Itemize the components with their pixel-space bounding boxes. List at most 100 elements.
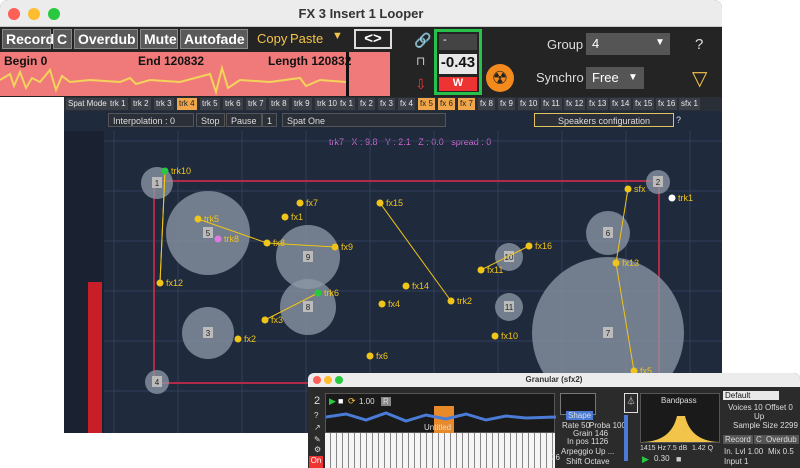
- paste-button[interactable]: Paste: [290, 31, 323, 46]
- play-icon[interactable]: ▶: [329, 396, 336, 407]
- shift-select[interactable]: Shift Octave: [566, 457, 610, 466]
- pause-button[interactable]: Pause: [226, 113, 262, 127]
- number-field[interactable]: 1: [262, 113, 278, 127]
- tab-fx-3[interactable]: fx 3: [378, 98, 395, 110]
- overdub-button[interactable]: Overdub: [764, 435, 799, 444]
- record-button[interactable]: Record: [2, 29, 54, 49]
- speakers-config-button[interactable]: Speakers configuration: [534, 113, 674, 127]
- tab-trk-7[interactable]: trk 7: [246, 98, 266, 110]
- on-button[interactable]: On: [309, 456, 323, 468]
- tab-fx-10[interactable]: fx 10: [518, 98, 540, 110]
- tab-fx-9[interactable]: fx 9: [498, 98, 515, 110]
- source-trk1[interactable]: [668, 194, 676, 202]
- link-icon[interactable]: 🔗: [414, 32, 431, 49]
- source-trk2[interactable]: [447, 297, 455, 305]
- stop-icon[interactable]: ■: [338, 396, 343, 406]
- source-fx6[interactable]: [366, 352, 374, 360]
- source-fx9[interactable]: [331, 243, 339, 251]
- source-fx2[interactable]: [234, 335, 242, 343]
- write-button[interactable]: W: [439, 77, 477, 91]
- tab-fx-12[interactable]: fx 12: [564, 98, 586, 110]
- record-button[interactable]: Record: [723, 435, 753, 444]
- source-fx15[interactable]: [376, 199, 384, 207]
- source-trk5[interactable]: [194, 215, 202, 223]
- tab-trk-9[interactable]: trk 9: [292, 98, 312, 110]
- tab-spat-mode[interactable]: Spat Mode: [66, 98, 109, 110]
- source-fx16[interactable]: [525, 242, 533, 250]
- tab-trk-8[interactable]: trk 8: [269, 98, 289, 110]
- tab-sfx-1[interactable]: sfx 1: [679, 98, 700, 110]
- tab-fx-6[interactable]: fx 6: [438, 98, 455, 110]
- source-trk10[interactable]: [161, 167, 169, 175]
- tab-fx-5[interactable]: fx 5: [418, 98, 435, 110]
- tab-trk-1[interactable]: trk 1: [108, 98, 128, 110]
- clear-button[interactable]: C: [53, 29, 72, 49]
- arpeggio-select[interactable]: Arpeggio Up ...: [561, 447, 614, 456]
- source-trk8[interactable]: [214, 235, 222, 243]
- tab-trk-5[interactable]: trk 5: [200, 98, 220, 110]
- tab-fx-15[interactable]: fx 15: [633, 98, 655, 110]
- tab-fx-13[interactable]: fx 13: [587, 98, 609, 110]
- tab-fx-14[interactable]: fx 14: [610, 98, 632, 110]
- radiation-icon[interactable]: ☢: [486, 64, 514, 92]
- play-icon[interactable]: ▶: [642, 454, 649, 465]
- source-sfx[interactable]: [624, 185, 632, 193]
- help-button[interactable]: ?: [695, 36, 703, 53]
- source-fx7[interactable]: [296, 199, 304, 207]
- tab-fx-16[interactable]: fx 16: [656, 98, 678, 110]
- tab-fx-2[interactable]: fx 2: [358, 98, 375, 110]
- tab-fx-4[interactable]: fx 4: [398, 98, 415, 110]
- gain-value[interactable]: -0.43: [439, 54, 477, 74]
- spat-mode-select[interactable]: Spat One: [282, 113, 446, 127]
- source-fx3[interactable]: [261, 316, 269, 324]
- input-select[interactable]: Input 1: [724, 457, 748, 466]
- chevron-down-icon[interactable]: ▼: [332, 30, 343, 42]
- pin-icon[interactable]: ✎: [314, 435, 321, 444]
- shape-select[interactable]: Shape: [566, 411, 594, 420]
- gear-icon[interactable]: ⚙: [314, 445, 321, 454]
- copy-button[interactable]: Copy: [257, 31, 287, 46]
- autofade-button[interactable]: Autofade: [180, 29, 248, 49]
- keyboard[interactable]: [325, 433, 555, 468]
- tab-trk-3[interactable]: trk 3: [154, 98, 174, 110]
- source-fx12[interactable]: [156, 279, 164, 287]
- overdub-button[interactable]: Overdub: [74, 29, 138, 49]
- reverse-button[interactable]: R: [381, 397, 391, 406]
- tab-trk-2[interactable]: trk 2: [131, 98, 151, 110]
- stop-button[interactable]: Stop: [196, 113, 225, 127]
- source-fx8[interactable]: [263, 239, 271, 247]
- tab-fx-11[interactable]: fx 11: [541, 98, 562, 110]
- mute-button[interactable]: Mute: [140, 29, 178, 49]
- tab-trk-10[interactable]: trk 10: [315, 98, 340, 110]
- help-button[interactable]: ?: [676, 115, 681, 125]
- tab-trk-4[interactable]: trk 4: [177, 98, 197, 110]
- tab-fx-8[interactable]: fx 8: [478, 98, 495, 110]
- sample-waveform[interactable]: ▶ ■ ⟳ 1.00 R Untitled: [325, 393, 556, 433]
- interpolation-field[interactable]: Interpolation : 0: [108, 113, 194, 127]
- swap-button[interactable]: <>: [354, 29, 392, 49]
- source-fx14[interactable]: [402, 282, 410, 290]
- loop-icon[interactable]: ⟳: [348, 396, 356, 407]
- source-trk6[interactable]: [314, 289, 322, 297]
- source-fx1[interactable]: [281, 213, 289, 221]
- source-fx11[interactable]: [477, 266, 485, 274]
- tab-trk-6[interactable]: trk 6: [223, 98, 243, 110]
- gain-select[interactable]: -: [439, 34, 477, 50]
- lock-icon[interactable]: ⊓: [416, 54, 425, 68]
- tab-fx-1[interactable]: fx 1: [338, 98, 355, 110]
- source-fx13[interactable]: [612, 259, 620, 267]
- volume-slider[interactable]: [624, 415, 628, 461]
- stop-icon[interactable]: ■: [676, 454, 681, 464]
- triangle-down-icon[interactable]: ▽: [692, 66, 707, 91]
- source-fx10[interactable]: [491, 332, 499, 340]
- help-icon[interactable]: ?: [314, 411, 318, 420]
- clear-button[interactable]: C: [754, 435, 764, 444]
- expand-icon[interactable]: ↗: [314, 423, 321, 432]
- source-fx4[interactable]: [378, 300, 386, 308]
- filter-display[interactable]: Bandpass: [640, 393, 721, 443]
- source-label: fx15: [386, 198, 403, 208]
- arrow-down-icon[interactable]: ⇩: [415, 76, 427, 93]
- metronome-icon[interactable]: ⏃: [624, 393, 638, 413]
- preset-select[interactable]: Default: [723, 391, 779, 400]
- tab-fx-7[interactable]: fx 7: [458, 98, 475, 110]
